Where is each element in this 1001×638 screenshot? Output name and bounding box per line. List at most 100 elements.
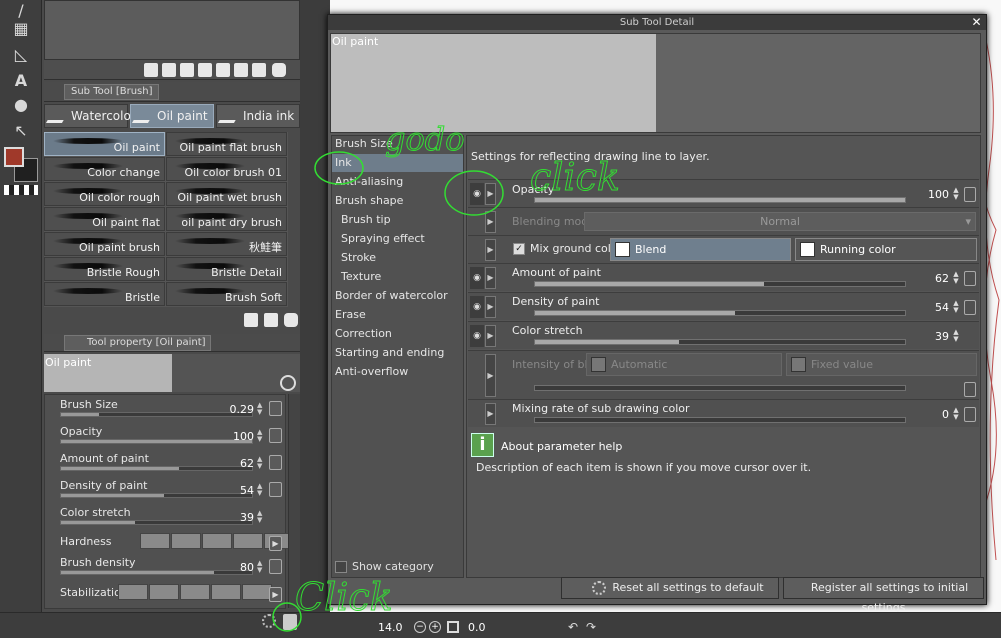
brush-item[interactable]: Oil paint flat brush <box>166 132 287 156</box>
expand-arrow-icon[interactable]: ▶ <box>485 239 496 261</box>
category-item[interactable]: Texture <box>332 268 463 286</box>
param-value[interactable]: 54 <box>935 301 949 314</box>
spin-arrows-icon[interactable]: ▲ ▼ <box>257 402 266 416</box>
balloon-tool-icon[interactable]: ● <box>6 94 36 116</box>
ruler-tool-icon[interactable]: ◺ <box>6 44 36 66</box>
property-slider[interactable] <box>60 493 253 498</box>
blend-toggle[interactable]: Blend <box>610 238 791 261</box>
close-icon[interactable]: ✕ <box>969 15 984 29</box>
opacity-slider[interactable] <box>534 197 906 203</box>
fixed-value-toggle[interactable]: Fixed value <box>786 353 977 376</box>
new-vector-layer-icon[interactable] <box>162 63 176 77</box>
brush-item[interactable]: Brush Soft <box>166 282 287 306</box>
hardness-option[interactable] <box>140 533 170 549</box>
magnifier-icon[interactable] <box>280 375 296 391</box>
zoom-level[interactable]: 14.0 <box>378 621 403 634</box>
spin-arrows-icon[interactable]: ▲ ▼ <box>951 187 961 201</box>
stabilization-option[interactable] <box>242 584 272 600</box>
mix-ground-checkbox[interactable]: ✓ <box>513 243 525 255</box>
wrench-icon[interactable] <box>283 614 297 630</box>
spin-arrows-icon[interactable]: ▲ ▼ <box>257 456 266 470</box>
correct-line-tool-icon[interactable]: ↖ <box>6 120 36 142</box>
category-item[interactable]: Anti-aliasing <box>332 173 463 191</box>
pen-pressure-button[interactable] <box>269 428 282 443</box>
brush-item[interactable]: Oil paint brush <box>44 232 165 256</box>
blur-slider[interactable] <box>534 385 906 391</box>
expand-arrow-icon[interactable]: ▶ <box>485 267 496 289</box>
category-item[interactable]: Border of watercolor <box>332 287 463 305</box>
eye-icon[interactable]: ◉ <box>470 267 484 289</box>
hardness-option[interactable] <box>233 533 263 549</box>
param-value[interactable]: 0 <box>942 408 949 421</box>
transparent-color-swatch[interactable] <box>4 185 38 195</box>
stabilization-option[interactable] <box>149 584 179 600</box>
category-item[interactable]: Anti-overflow <box>332 363 463 381</box>
property-slider[interactable] <box>60 466 253 471</box>
expand-arrow-icon[interactable]: ▶ <box>269 587 282 602</box>
property-value[interactable]: 80 <box>240 561 254 574</box>
hardness-option[interactable] <box>171 533 201 549</box>
stabilization-option[interactable] <box>211 584 241 600</box>
brush-item[interactable]: Bristle <box>44 282 165 306</box>
pen-pressure-button[interactable] <box>964 300 976 315</box>
transfer-down-icon[interactable] <box>198 63 212 77</box>
hardness-option[interactable] <box>202 533 232 549</box>
expand-arrow-icon[interactable]: ▶ <box>485 403 496 425</box>
copy-subtool-icon[interactable] <box>264 313 278 327</box>
property-value[interactable]: 54 <box>240 484 254 497</box>
expand-arrow-icon[interactable]: ▶ <box>485 325 496 347</box>
property-slider[interactable] <box>60 520 253 525</box>
density-slider[interactable] <box>534 310 906 316</box>
category-item[interactable]: Brush shape <box>332 192 463 210</box>
frame-tool-icon[interactable]: ▦ <box>6 18 36 40</box>
property-value[interactable]: 0.29 <box>230 403 255 416</box>
eye-icon[interactable]: ◉ <box>470 296 484 318</box>
expand-arrow-icon[interactable]: ▶ <box>485 211 496 233</box>
reset-settings-button[interactable]: Reset all settings to default <box>561 577 779 599</box>
blending-mode-select[interactable]: Normal ▾ <box>584 212 976 231</box>
pen-pressure-button[interactable] <box>964 407 976 422</box>
brush-item[interactable]: Oil paint <box>44 132 165 156</box>
spin-arrows-icon[interactable]: ▲ ▼ <box>257 483 266 497</box>
brush-item[interactable]: oil paint dry brush <box>166 207 287 231</box>
eye-icon[interactable]: ◉ <box>470 183 484 205</box>
spin-arrows-icon[interactable]: ▲ ▼ <box>257 560 266 574</box>
spin-arrows-icon[interactable]: ▲ ▼ <box>257 429 266 443</box>
spin-arrows-icon[interactable]: ▲ ▼ <box>951 407 961 421</box>
subtool-tab[interactable]: Sub Tool [Brush] <box>64 84 160 100</box>
reset-icon[interactable] <box>262 614 276 628</box>
category-item[interactable]: Ink <box>332 154 463 172</box>
pen-pressure-button[interactable] <box>269 482 282 497</box>
expand-arrow-icon[interactable]: ▶ <box>269 536 282 551</box>
brush-item[interactable]: Bristle Detail <box>166 257 287 281</box>
expand-arrow-icon[interactable]: ▶ <box>485 296 496 318</box>
amount-slider[interactable] <box>534 281 906 287</box>
rotation-value[interactable]: 0.0 <box>468 621 486 634</box>
spin-arrows-icon[interactable]: ▲ ▼ <box>257 510 266 524</box>
apply-mask-icon[interactable] <box>252 63 266 77</box>
brush-item[interactable]: Oil color rough brush <box>44 182 165 206</box>
pen-pressure-button[interactable] <box>964 187 976 202</box>
brush-item[interactable]: Oil paint flat <box>44 207 165 231</box>
group-tab-watercolor[interactable]: Watercolor <box>44 104 136 128</box>
text-tool-icon[interactable]: A <box>6 70 36 92</box>
zoom-in-icon[interactable]: + <box>429 621 441 633</box>
new-layer-icon[interactable] <box>144 63 158 77</box>
property-value[interactable]: 100 <box>233 430 254 443</box>
register-settings-button[interactable]: Register all settings to initial setting… <box>783 577 984 614</box>
property-slider[interactable] <box>60 439 253 444</box>
main-color-swatch[interactable] <box>4 147 24 167</box>
fit-icon[interactable] <box>447 621 459 633</box>
property-slider[interactable] <box>60 412 253 417</box>
brush-item[interactable]: 秋鮭筆 <box>166 232 287 256</box>
spin-arrows-icon[interactable]: ▲ ▼ <box>951 271 961 285</box>
checkbox[interactable] <box>335 561 347 573</box>
property-slider[interactable] <box>60 570 253 575</box>
delete-layer-icon[interactable] <box>272 63 286 77</box>
param-value[interactable]: 62 <box>935 272 949 285</box>
category-item[interactable]: Starting and ending <box>332 344 463 362</box>
tool-property-tab[interactable]: Tool property [Oil paint] <box>64 335 211 351</box>
group-tab-india-ink[interactable]: India ink <box>216 104 300 128</box>
mask-icon[interactable] <box>234 63 248 77</box>
brush-item[interactable]: Bristle Rough <box>44 257 165 281</box>
